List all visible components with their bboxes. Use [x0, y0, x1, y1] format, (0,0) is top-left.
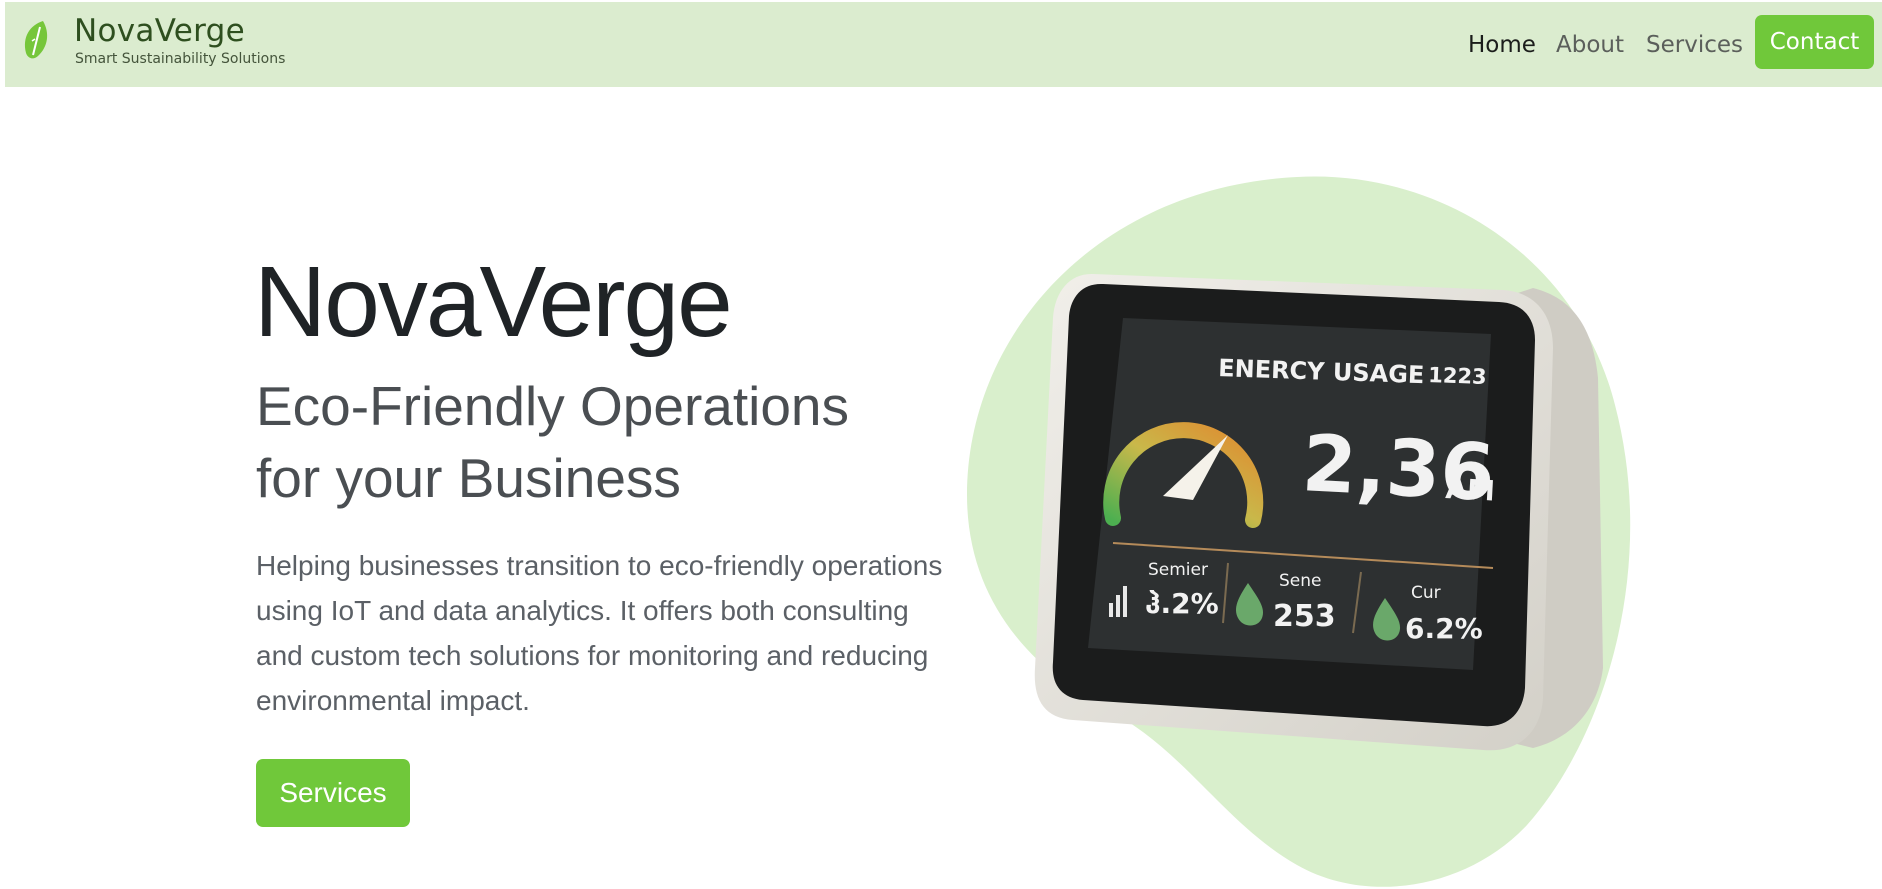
contact-button[interactable]: Contact: [1755, 15, 1874, 69]
screen-big-unit: AM: [1445, 472, 1496, 508]
brand-name[interactable]: NovaVerge: [74, 13, 245, 49]
stat-label-2: Sene: [1279, 571, 1321, 591]
stat-label-3: Cur: [1411, 583, 1441, 603]
stat-value-1: ჰ.2%: [1145, 587, 1219, 620]
hero-description: Helping businesses transition to eco-fri…: [256, 550, 943, 716]
stat-label-1: Semier: [1148, 560, 1208, 580]
nav-link-about[interactable]: About: [1556, 32, 1624, 58]
nav-link-services[interactable]: Services: [1646, 32, 1743, 58]
brand-tagline: Smart Sustainability Solutions: [75, 51, 286, 67]
hero-title: NovaVerge: [254, 246, 733, 358]
energy-monitor-device-image: ENERCY USAGE 1223 2,36 AM Semier ჰ.2% Se…: [1034, 273, 1603, 751]
hero-subtitle: Eco-Friendly Operations for your Busines…: [256, 375, 850, 509]
stat-value-3: 6.2%: [1405, 612, 1483, 645]
nav-link-home[interactable]: Home: [1468, 32, 1536, 58]
hero-services-button[interactable]: Services: [256, 759, 410, 827]
screen-code: 1223: [1428, 363, 1487, 389]
stat-value-2: 253: [1273, 599, 1336, 634]
leaf-icon[interactable]: [20, 19, 54, 61]
